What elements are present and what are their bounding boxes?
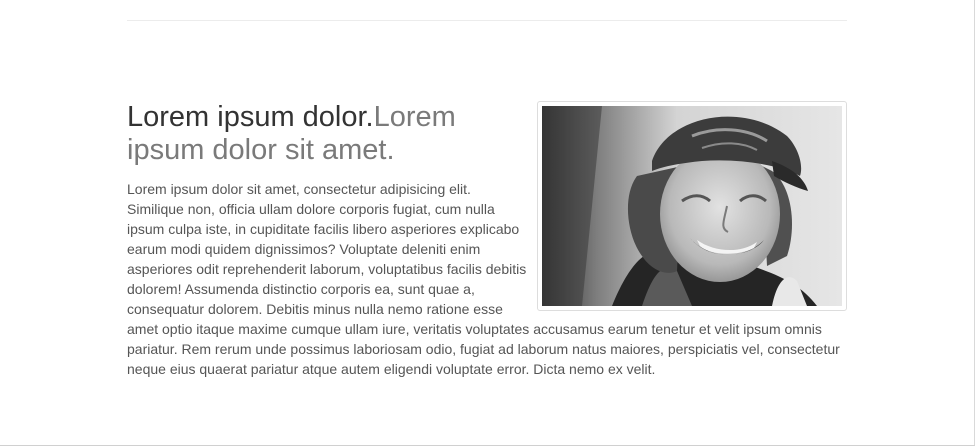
divider: [127, 20, 847, 21]
heading-main: Lorem ipsum dolor.: [127, 101, 374, 133]
feature-section: Lorem ipsum dolor.Lorem ipsum dolor sit …: [127, 101, 847, 379]
page: Lorem ipsum dolor.Lorem ipsum dolor sit …: [0, 0, 975, 446]
portrait-photo: [542, 106, 842, 306]
portrait-photo-frame: [537, 101, 847, 311]
